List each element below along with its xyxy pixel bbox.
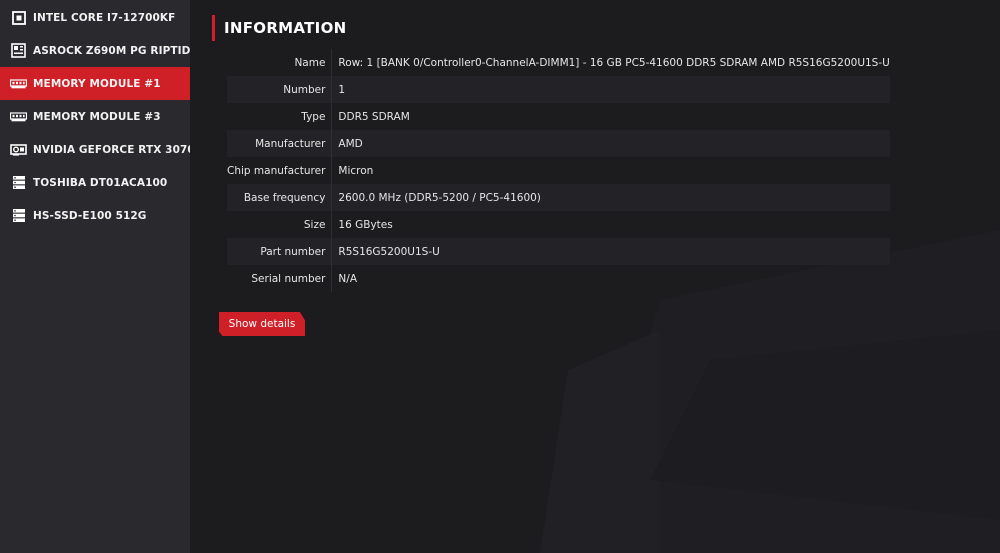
sidebar-item-hdd[interactable]: TOSHIBA DT01ACA100 — [0, 166, 190, 199]
sidebar-item-label: MEMORY MODULE #3 — [33, 110, 161, 123]
table-row: Name Row: 1 [BANK 0/Controller0-ChannelA… — [227, 49, 890, 76]
app-window: INTEL CORE I7-12700KF ASROCK Z690M PG RI… — [0, 0, 1000, 553]
table-row: Type DDR5 SDRAM — [227, 103, 890, 130]
drive-icon — [10, 174, 27, 191]
table-row: Manufacturer AMD — [227, 130, 890, 157]
sidebar-item-label: NVIDIA GEFORCE RTX 3070 TI — [33, 143, 210, 156]
gpu-icon — [10, 141, 27, 158]
memory-icon — [10, 108, 27, 125]
memory-icon — [10, 75, 27, 92]
row-key: Serial number — [227, 265, 333, 292]
table-row: Base frequency 2600.0 MHz (DDR5-5200 / P… — [227, 184, 890, 211]
sidebar-item-memory-1[interactable]: MEMORY MODULE #1 — [0, 67, 190, 100]
table-row: Chip manufacturer Micron — [227, 157, 890, 184]
drive-icon — [10, 207, 27, 224]
sidebar-item-motherboard[interactable]: ASROCK Z690M PG RIPTIDE/D5 — [0, 34, 218, 67]
sidebar-item-gpu[interactable]: NVIDIA GEFORCE RTX 3070 TI — [0, 133, 210, 166]
row-value: 16 GBytes — [338, 218, 393, 231]
row-value: AMD — [331, 130, 890, 157]
show-details-button[interactable]: Show details — [219, 312, 305, 336]
cpu-icon — [10, 9, 27, 26]
page-title: INFORMATION — [212, 15, 346, 41]
row-value: 1 — [331, 76, 890, 103]
table-row: Number 1 — [227, 76, 890, 103]
row-value: Micron — [338, 164, 374, 177]
row-key: Chip manufacturer — [227, 157, 333, 184]
sidebar-item-cpu[interactable]: INTEL CORE I7-12700KF — [0, 1, 190, 34]
row-value: DDR5 SDRAM — [338, 110, 410, 123]
row-value: R5S16G5200U1S-U — [331, 238, 890, 265]
main-panel: INFORMATION Name Row: 1 [BANK 0/Controll… — [190, 0, 1000, 553]
info-table: Name Row: 1 [BANK 0/Controller0-ChannelA… — [227, 49, 890, 292]
row-key: Base frequency — [227, 184, 333, 211]
row-key: Number — [227, 76, 333, 103]
row-key: Manufacturer — [227, 130, 333, 157]
table-row: Size 16 GBytes — [227, 211, 890, 238]
table-row: Serial number N/A — [227, 265, 890, 292]
row-key: Size — [227, 211, 333, 238]
sidebar-item-memory-3[interactable]: MEMORY MODULE #3 — [0, 100, 190, 133]
row-key: Name — [227, 49, 333, 76]
sidebar: INTEL CORE I7-12700KF ASROCK Z690M PG RI… — [0, 0, 218, 553]
motherboard-icon — [10, 42, 27, 59]
sidebar-item-label: TOSHIBA DT01ACA100 — [33, 176, 168, 189]
sidebar-item-label: INTEL CORE I7-12700KF — [33, 11, 176, 24]
row-key: Part number — [227, 238, 333, 265]
row-value: N/A — [338, 272, 357, 285]
sidebar-item-label: HS-SSD-E100 512G — [33, 209, 147, 222]
table-row: Part number R5S16G5200U1S-U — [227, 238, 890, 265]
row-key: Type — [227, 103, 333, 130]
sidebar-item-ssd[interactable]: HS-SSD-E100 512G — [0, 199, 190, 232]
sidebar-item-label: MEMORY MODULE #1 — [33, 77, 161, 90]
row-value: 2600.0 MHz (DDR5-5200 / PC5-41600) — [331, 184, 890, 211]
row-value: Row: 1 [BANK 0/Controller0-ChannelA-DIMM… — [338, 56, 890, 69]
